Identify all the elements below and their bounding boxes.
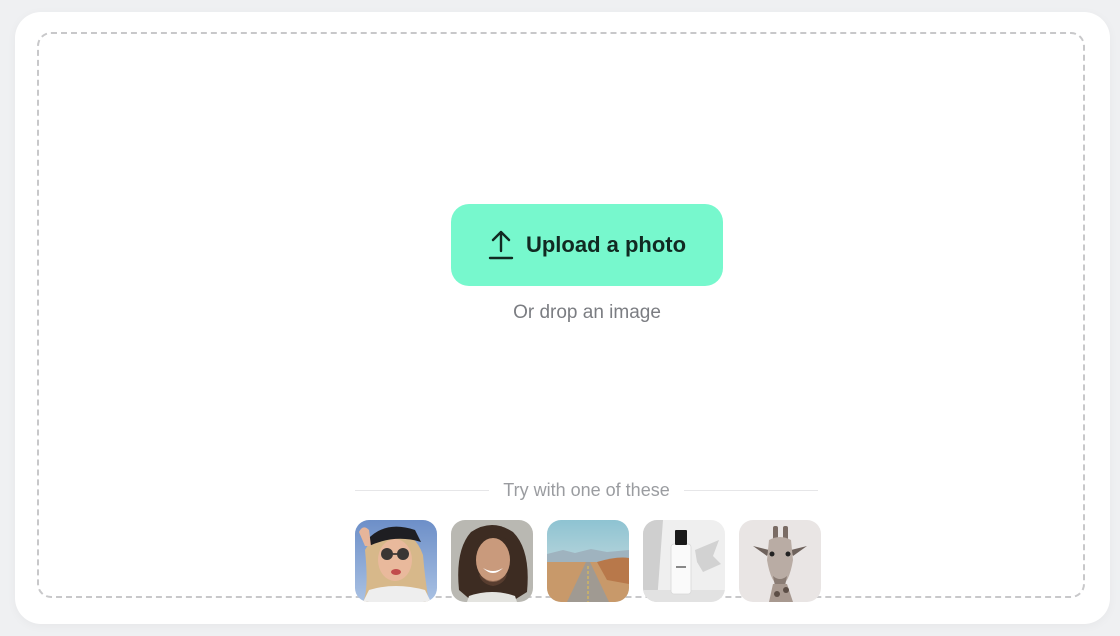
image-dropzone[interactable]: Upload a photo Or drop an image Try with… [37, 32, 1085, 602]
road-photo-icon [547, 520, 629, 602]
samples-heading: Try with one of these [503, 480, 670, 500]
sample-image-perfume[interactable] [643, 520, 725, 602]
samples-header: Try with one of these [355, 480, 819, 501]
perfume-photo-icon [643, 520, 725, 602]
woman-photo-icon [355, 520, 437, 602]
divider-right [683, 490, 819, 491]
sample-image-giraffe[interactable] [739, 520, 821, 602]
sample-image-woman[interactable] [355, 520, 437, 602]
divider-left [355, 490, 490, 491]
man-photo-icon [451, 520, 533, 602]
upload-card: Upload a photo Or drop an image Try with… [15, 12, 1110, 624]
giraffe-photo-icon [739, 520, 821, 602]
sample-image-man[interactable] [451, 520, 533, 602]
upload-icon [488, 229, 514, 261]
sample-images [355, 520, 821, 602]
upload-photo-button[interactable]: Upload a photo [451, 204, 723, 286]
drop-hint-text: Or drop an image [513, 302, 661, 323]
upload-button-label: Upload a photo [525, 232, 687, 257]
sample-image-road[interactable] [547, 520, 629, 602]
